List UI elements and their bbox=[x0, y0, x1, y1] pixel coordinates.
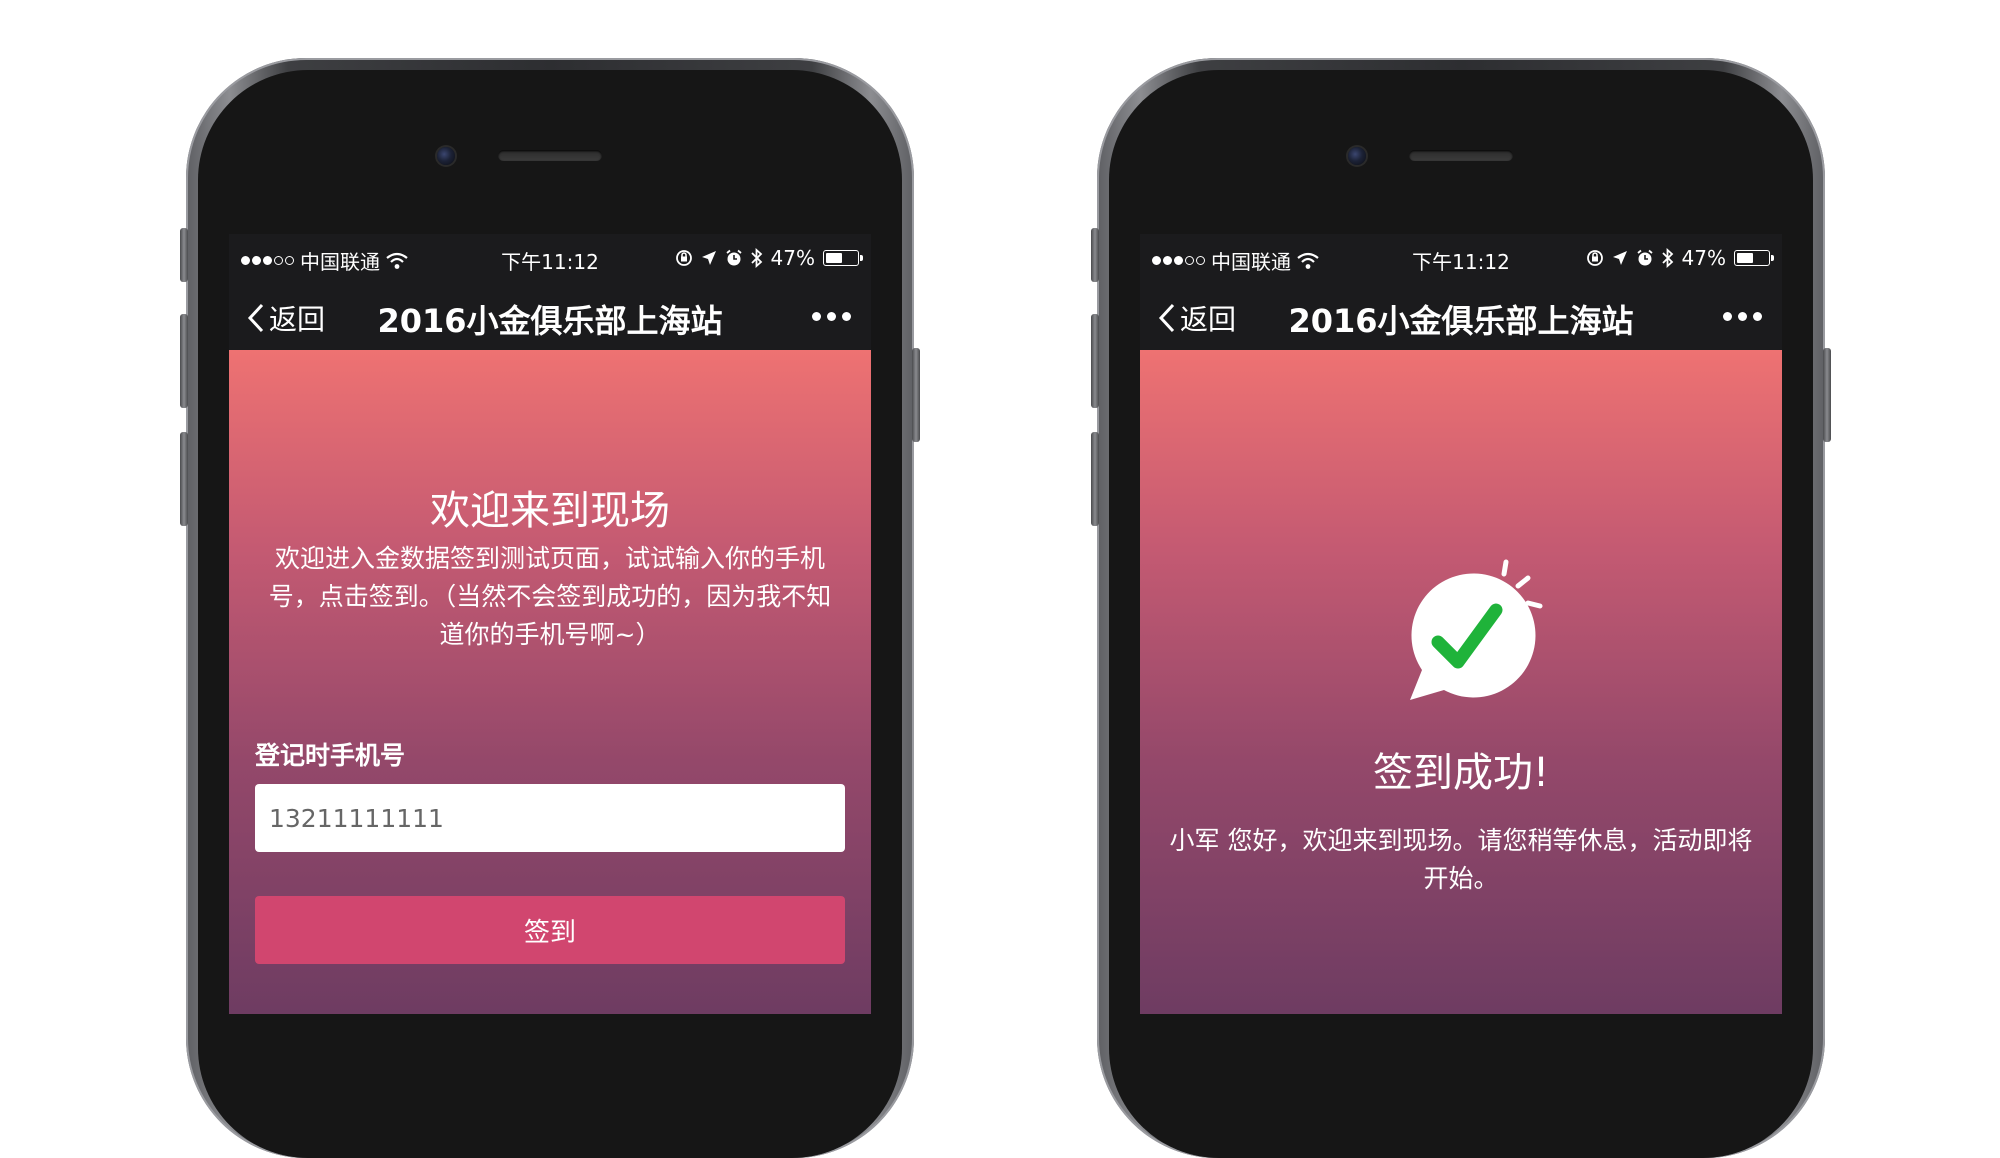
screen: 中国联通 下午11:12 bbox=[1140, 234, 1782, 1014]
power-button bbox=[1823, 348, 1831, 442]
bluetooth-icon bbox=[1661, 248, 1673, 268]
phone-bezel: 中国联通 下午11:12 bbox=[198, 70, 902, 1158]
location-icon bbox=[701, 251, 716, 265]
phone-frame-left: 中国联通 下午11:12 47% 返回 2016小金俱乐部上海站 欢迎来到现场 … bbox=[180, 58, 920, 1158]
front-camera bbox=[1348, 147, 1366, 165]
battery-percent: 47% bbox=[1681, 246, 1726, 270]
earpiece-speaker bbox=[1409, 150, 1513, 161]
more-icon[interactable] bbox=[1723, 302, 1762, 330]
volume-down-button bbox=[1091, 432, 1099, 526]
mute-switch bbox=[180, 228, 188, 282]
power-button bbox=[912, 348, 920, 442]
status-bar: 中国联通 下午11:12 47% bbox=[1140, 234, 1782, 284]
volume-up-button bbox=[180, 314, 188, 408]
welcome-heading: 欢迎来到现场 bbox=[430, 488, 670, 534]
alarm-icon bbox=[725, 249, 742, 266]
success-check-icon bbox=[1410, 559, 1543, 700]
more-icon[interactable] bbox=[812, 302, 851, 330]
mute-switch bbox=[1091, 228, 1099, 282]
nav-bar: 返回 2016小金俱乐部上海站 bbox=[229, 284, 871, 348]
status-bar: 中国联通 下午11:12 47% bbox=[229, 234, 871, 284]
success-heading: 签到成功! bbox=[1372, 750, 1550, 796]
volume-up-button bbox=[1091, 314, 1099, 408]
nav-title: 2016小金俱乐部上海站 bbox=[377, 302, 723, 340]
signin-button[interactable]: 签到 bbox=[255, 896, 845, 964]
signin-content: 欢迎来到现场 欢迎进入金数据签到测试页面，试试输入你的手机号，点击签到。（当然不… bbox=[229, 350, 871, 1014]
phone-frame-right: 中国联通 下午11:12 47% 返回 2016小金俱乐部上海站 签到成功! 小… bbox=[1091, 58, 1831, 1158]
front-camera bbox=[437, 147, 455, 165]
phone-field-label: 登记时手机号 bbox=[255, 741, 406, 770]
battery-percent: 47% bbox=[770, 246, 815, 270]
success-message: 小军 您好，欢迎来到现场。请您稍等休息，活动即将开始。 bbox=[1169, 826, 1753, 893]
earpiece-speaker bbox=[498, 150, 602, 161]
bluetooth-icon bbox=[750, 248, 762, 268]
nav-title: 2016小金俱乐部上海站 bbox=[1288, 302, 1634, 340]
phone-bezel: 中国联通 下午11:12 bbox=[1109, 70, 1813, 1158]
battery-icon bbox=[823, 250, 863, 266]
phone-number-input[interactable] bbox=[255, 784, 845, 852]
battery-icon bbox=[1734, 250, 1774, 266]
alarm-icon bbox=[1636, 249, 1653, 266]
success-content: 签到成功! 小军 您好，欢迎来到现场。请您稍等休息，活动即将开始。 bbox=[1140, 350, 1782, 1014]
orientation-lock-icon bbox=[675, 250, 692, 266]
location-icon bbox=[1612, 251, 1627, 265]
orientation-lock-icon bbox=[1586, 250, 1603, 266]
welcome-description: 欢迎进入金数据签到测试页面，试试输入你的手机号，点击签到。（当然不会签到成功的，… bbox=[268, 544, 832, 649]
nav-bar: 返回 2016小金俱乐部上海站 bbox=[1140, 284, 1782, 348]
screen: 中国联通 下午11:12 bbox=[229, 234, 871, 1014]
volume-down-button bbox=[180, 432, 188, 526]
